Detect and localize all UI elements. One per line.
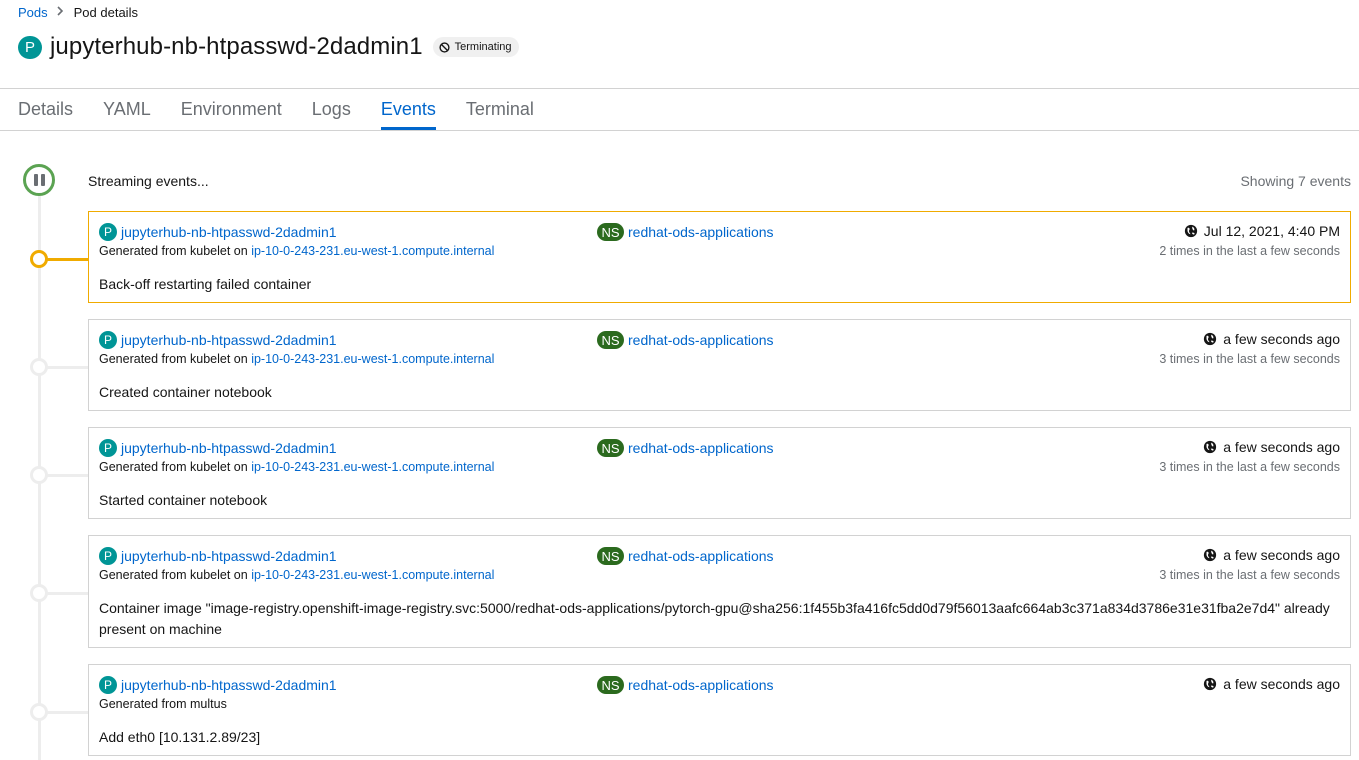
timeline-connector xyxy=(46,474,88,477)
namespace-badge: NS xyxy=(597,676,624,694)
namespace-badge: NS xyxy=(597,331,624,349)
streaming-status: Streaming events... xyxy=(88,173,209,189)
pod-badge: P xyxy=(99,223,117,241)
event-message: Container image "image-registry.openshif… xyxy=(99,600,1330,637)
event-message: Created container notebook xyxy=(99,384,272,400)
namespace-badge: NS xyxy=(597,223,624,241)
pause-streaming-button[interactable] xyxy=(23,164,55,196)
node-link[interactable]: ip-10-0-243-231.eu-west-1.compute.intern… xyxy=(251,460,494,474)
event-repeat-count: 3 times in the last a few seconds xyxy=(1159,460,1340,474)
pod-badge: P xyxy=(99,331,117,349)
node-link[interactable]: ip-10-0-243-231.eu-west-1.compute.intern… xyxy=(251,244,494,258)
timeline-connector xyxy=(46,592,88,595)
chevron-right-icon xyxy=(57,5,64,19)
pause-icon xyxy=(33,174,38,186)
ban-icon xyxy=(439,41,450,53)
pod-badge: P xyxy=(99,547,117,565)
timeline-connector xyxy=(46,366,88,369)
event-timestamp: a few seconds ago xyxy=(1223,547,1340,563)
page-title: jupyterhub-nb-htpasswd-2dadmin1 xyxy=(50,33,423,60)
node-link[interactable]: ip-10-0-243-231.eu-west-1.compute.intern… xyxy=(251,568,494,582)
timeline-dot xyxy=(30,466,48,484)
namespace-badge: NS xyxy=(597,547,624,565)
event-pod-link[interactable]: jupyterhub-nb-htpasswd-2dadmin1 xyxy=(121,224,337,240)
tab-environment[interactable]: Environment xyxy=(181,89,282,130)
event-message: Back-off restarting failed container xyxy=(99,276,312,292)
timeline-dot xyxy=(30,584,48,602)
pod-badge: P xyxy=(99,439,117,457)
status-badge: Terminating xyxy=(432,37,519,57)
tab-yaml[interactable]: YAML xyxy=(103,89,151,130)
globe-icon xyxy=(1204,677,1217,691)
breadcrumb: Pods Pod details xyxy=(18,4,138,20)
globe-icon xyxy=(1204,548,1217,562)
timeline-connector xyxy=(46,711,88,714)
event-namespace-link[interactable]: redhat-ods-applications xyxy=(628,440,774,456)
event-message: Started container notebook xyxy=(99,492,268,508)
timeline-dot xyxy=(30,358,48,376)
pod-badge: P xyxy=(18,35,42,59)
breadcrumb-current: Pod details xyxy=(73,4,138,20)
event-namespace-link[interactable]: redhat-ods-applications xyxy=(628,548,774,564)
globe-icon xyxy=(1204,440,1217,454)
event-source: Generated from kubelet on ip-10-0-243-23… xyxy=(99,244,495,258)
event-timestamp: a few seconds ago xyxy=(1223,331,1340,347)
namespace-badge: NS xyxy=(597,439,624,457)
event-timestamp: a few seconds ago xyxy=(1223,676,1340,692)
event-card: P jupyterhub-nb-htpasswd-2dadmin1 NS red… xyxy=(88,535,1351,648)
event-pod-link[interactable]: jupyterhub-nb-htpasswd-2dadmin1 xyxy=(121,548,337,564)
event-message: Add eth0 [10.131.2.89/23] xyxy=(99,729,261,745)
event-source: Generated from kubelet on ip-10-0-243-23… xyxy=(99,352,495,366)
tab-bar: Details YAML Environment Logs Events Ter… xyxy=(0,89,1359,131)
event-namespace-link[interactable]: redhat-ods-applications xyxy=(628,332,774,348)
tab-events[interactable]: Events xyxy=(380,89,436,130)
status-text: Terminating xyxy=(454,41,512,53)
globe-icon xyxy=(1204,332,1217,346)
event-source: Generated from kubelet on ip-10-0-243-23… xyxy=(99,460,495,474)
event-source: Generated from kubelet on ip-10-0-243-23… xyxy=(99,568,495,582)
event-repeat-count: 3 times in the last a few seconds xyxy=(1159,568,1340,582)
event-repeat-count: 2 times in the last a few seconds xyxy=(1159,244,1340,258)
event-pod-link[interactable]: jupyterhub-nb-htpasswd-2dadmin1 xyxy=(121,440,337,456)
event-source: Generated from multus xyxy=(99,697,227,711)
event-timestamp: Jul 12, 2021, 4:40 PM xyxy=(1203,223,1340,239)
timeline-connector xyxy=(46,258,88,261)
page-header: P jupyterhub-nb-htpasswd-2dadmin1 Termin… xyxy=(18,32,519,62)
pod-badge: P xyxy=(99,676,117,694)
timeline-dot xyxy=(30,703,48,721)
event-card: P jupyterhub-nb-htpasswd-2dadmin1 NS red… xyxy=(88,664,1351,756)
timeline-dot-warning xyxy=(30,250,48,268)
tab-logs[interactable]: Logs xyxy=(312,89,351,130)
breadcrumb-pods-link[interactable]: Pods xyxy=(18,5,48,20)
event-card: P jupyterhub-nb-htpasswd-2dadmin1 NS red… xyxy=(88,319,1351,411)
globe-icon xyxy=(1184,224,1197,238)
node-link[interactable]: ip-10-0-243-231.eu-west-1.compute.intern… xyxy=(251,352,494,366)
event-count: Showing 7 events xyxy=(1240,173,1351,189)
event-pod-link[interactable]: jupyterhub-nb-htpasswd-2dadmin1 xyxy=(121,332,337,348)
event-timestamp: a few seconds ago xyxy=(1223,439,1340,455)
event-card: P jupyterhub-nb-htpasswd-2dadmin1 NS red… xyxy=(88,211,1351,303)
event-card: P jupyterhub-nb-htpasswd-2dadmin1 NS red… xyxy=(88,427,1351,519)
event-namespace-link[interactable]: redhat-ods-applications xyxy=(628,677,774,693)
tab-details[interactable]: Details xyxy=(18,89,73,130)
event-repeat-count: 3 times in the last a few seconds xyxy=(1159,352,1340,366)
event-pod-link[interactable]: jupyterhub-nb-htpasswd-2dadmin1 xyxy=(121,677,337,693)
tab-terminal[interactable]: Terminal xyxy=(466,89,534,130)
event-namespace-link[interactable]: redhat-ods-applications xyxy=(628,224,774,240)
